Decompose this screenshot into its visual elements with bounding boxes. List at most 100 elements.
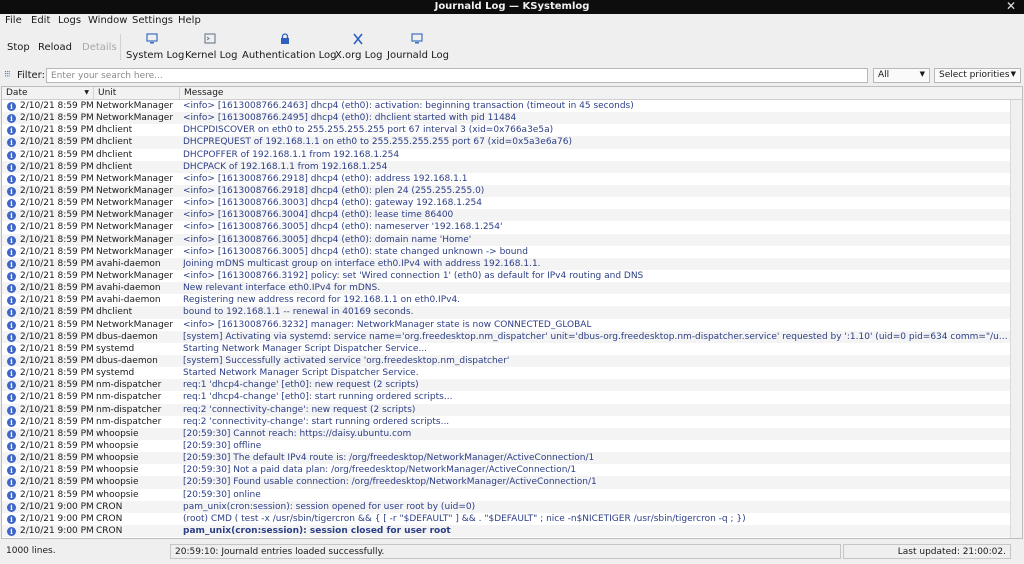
- table-row[interactable]: i 2/10/21 8:59 PM dhclient bound to 192.168…: [2, 306, 1010, 319]
- table-row[interactable]: i 2/10/21 8:59 PM whoopsie [20:59:30] onlin…: [2, 489, 1010, 501]
- table-row[interactable]: i 2/10/21 9:00 PM CRON pam_unix(cron:sessio…: [2, 524, 1010, 538]
- system-log-button[interactable]: System Log: [126, 32, 184, 62]
- cell-date: 2/10/21 8:59 PM: [20, 428, 94, 439]
- table-row[interactable]: i 2/10/21 8:59 PM dhclient DHCPDISCOVER on …: [2, 124, 1010, 136]
- menu-help[interactable]: Help: [178, 15, 201, 26]
- menu-file[interactable]: File: [5, 15, 22, 26]
- table-row[interactable]: i 2/10/21 8:59 PM whoopsie [20:59:30] offli…: [2, 440, 1010, 452]
- status-bar: 1000 lines. 20:59:10: Journald entries l…: [0, 541, 1024, 563]
- cell-date: 2/10/21 8:59 PM: [20, 380, 94, 391]
- vertical-scrollbar[interactable]: [1010, 100, 1022, 538]
- table-row[interactable]: i 2/10/21 8:59 PM NetworkManager <info> [16…: [2, 221, 1010, 233]
- table-row[interactable]: i 2/10/21 8:59 PM NetworkManager <info> [16…: [2, 100, 1010, 112]
- column-select[interactable]: All ▼: [873, 68, 930, 83]
- table-row[interactable]: i 2/10/21 8:59 PM NetworkManager <info> [16…: [2, 112, 1010, 125]
- info-icon: i: [7, 502, 16, 512]
- column-header-unit[interactable]: Unit: [94, 87, 180, 99]
- cell-date: 2/10/21 8:59 PM: [20, 416, 94, 427]
- journald-log-button[interactable]: Journald Log: [387, 32, 449, 62]
- cell-message: [system] Successfully activated service …: [183, 355, 510, 366]
- table-row[interactable]: i 2/10/21 8:59 PM nm-dispatcher req:1 'dhcp…: [2, 391, 1010, 403]
- search-input[interactable]: [46, 68, 868, 83]
- info-icon: i: [7, 490, 16, 500]
- table-row[interactable]: i 2/10/21 8:59 PM whoopsie [20:59:30] The d…: [2, 452, 1010, 465]
- table-row[interactable]: i 2/10/21 8:59 PM NetworkManager <info> [16…: [2, 246, 1010, 258]
- table-row[interactable]: i 2/10/21 8:59 PM systemd Started Network M…: [2, 367, 1010, 379]
- info-icon: i: [7, 369, 16, 379]
- menu-edit[interactable]: Edit: [31, 15, 50, 26]
- info-icon: i: [7, 247, 16, 257]
- cell-unit: NetworkManager: [96, 222, 174, 233]
- info-icon: i: [7, 356, 16, 366]
- table-row[interactable]: i 2/10/21 8:59 PM whoopsie [20:59:30] Canno…: [2, 427, 1010, 440]
- table-row[interactable]: i 2/10/21 9:00 PM CRON pam_unix(cron:sessio…: [2, 500, 1010, 513]
- cell-date: 2/10/21 8:59 PM: [20, 295, 94, 306]
- cell-unit: NetworkManager: [96, 210, 174, 221]
- cell-date: 2/10/21 8:59 PM: [20, 246, 94, 257]
- terminal-icon: [204, 33, 216, 44]
- table-row[interactable]: i 2/10/21 8:59 PM nm-dispatcher req:1 'dhcp…: [2, 379, 1010, 392]
- xorg-log-button[interactable]: X.org Log: [335, 32, 383, 62]
- table-row[interactable]: i 2/10/21 8:59 PM avahi-daemon Registering …: [2, 294, 1010, 306]
- menu-logs[interactable]: Logs: [58, 15, 81, 26]
- cell-message: <info> [1613008766.2918] dhcp4 (eth0): p…: [183, 185, 485, 196]
- close-icon[interactable]: ✕: [1006, 0, 1016, 13]
- info-icon: i: [7, 162, 16, 172]
- table-row[interactable]: i 2/10/21 8:59 PM whoopsie [20:59:30] Not a…: [2, 464, 1010, 476]
- reload-button[interactable]: Reload: [38, 42, 72, 53]
- cell-message: <info> [1613008766.2463] dhcp4 (eth0): a…: [183, 101, 634, 111]
- kernel-log-button[interactable]: Kernel Log: [185, 32, 237, 62]
- table-row[interactable]: i 2/10/21 8:59 PM dhclient DHCPACK of 192.1…: [2, 160, 1010, 173]
- xorg-icon: [353, 33, 363, 45]
- table-row[interactable]: i 2/10/21 8:59 PM dhclient DHCPOFFER of 192…: [2, 149, 1010, 161]
- table-row[interactable]: i 2/10/21 8:59 PM NetworkManager <info> [16…: [2, 209, 1010, 222]
- info-icon: i: [7, 454, 16, 464]
- table-row[interactable]: i 2/10/21 8:59 PM NetworkManager <info> [16…: [2, 197, 1010, 209]
- log-table: Date ▼ Unit Message i 2/10/21 8:59 PM Netw…: [1, 86, 1023, 539]
- cell-date: 2/10/21 8:59 PM: [20, 343, 94, 354]
- table-row[interactable]: i 2/10/21 8:59 PM dbus-daemon [system] Succ…: [2, 354, 1010, 368]
- info-icon: i: [7, 150, 16, 160]
- table-row[interactable]: i 2/10/21 8:59 PM nm-dispatcher req:2 'conn…: [2, 403, 1010, 416]
- column-header-message[interactable]: Message: [180, 87, 1022, 99]
- authentication-log-button[interactable]: Authentication Log: [242, 32, 336, 62]
- stop-button[interactable]: Stop: [7, 42, 30, 53]
- table-row[interactable]: i 2/10/21 8:59 PM NetworkManager <info> [16…: [2, 270, 1010, 282]
- info-icon: i: [7, 102, 16, 111]
- table-row[interactable]: i 2/10/21 8:59 PM dbus-daemon [system] Acti…: [2, 330, 1010, 343]
- cell-unit: NetworkManager: [96, 270, 174, 281]
- xorg-log-label: X.org Log: [335, 50, 383, 61]
- cell-message: DHCPACK of 192.168.1.1 from 192.168.1.25…: [183, 161, 388, 172]
- table-row[interactable]: i 2/10/21 8:59 PM avahi-daemon New relevant…: [2, 282, 1010, 295]
- journald-log-label: Journald Log: [387, 50, 449, 61]
- info-icon: i: [7, 381, 16, 391]
- table-row[interactable]: i 2/10/21 8:59 PM whoopsie [20:59:30] Found…: [2, 476, 1010, 489]
- table-row[interactable]: i 2/10/21 8:59 PM NetworkManager <info> [16…: [2, 173, 1010, 185]
- table-row[interactable]: i 2/10/21 8:59 PM NetworkManager <info> [16…: [2, 233, 1010, 246]
- cell-unit: whoopsie: [96, 489, 139, 500]
- info-icon: i: [7, 223, 16, 233]
- table-row[interactable]: i 2/10/21 8:59 PM systemd Starting Network …: [2, 343, 1010, 355]
- table-row[interactable]: i 2/10/21 8:59 PM avahi-daemon Joining mDNS…: [2, 257, 1010, 270]
- cell-message: Started Network Manager Script Dispatche…: [183, 368, 419, 379]
- cell-message: <info> [1613008766.3004] dhcp4 (eth0): l…: [183, 210, 454, 221]
- column-header-date[interactable]: Date ▼: [2, 87, 94, 99]
- table-row[interactable]: i 2/10/21 9:00 PM CRON (root) CMD ( test -x…: [2, 513, 1010, 525]
- cell-unit: whoopsie: [96, 453, 139, 464]
- menu-settings[interactable]: Settings: [132, 15, 173, 26]
- menu-window[interactable]: Window: [88, 15, 127, 26]
- table-row[interactable]: i 2/10/21 8:59 PM dhclient DHCPREQUEST of 1…: [2, 136, 1010, 149]
- title-bar: Journald Log — KSystemlog ✕: [0, 0, 1024, 14]
- table-row[interactable]: i 2/10/21 8:59 PM NetworkManager <info> [16…: [2, 184, 1010, 198]
- info-icon: i: [7, 332, 16, 342]
- table-row[interactable]: i 2/10/21 8:59 PM NetworkManager <info> [16…: [2, 319, 1010, 331]
- priority-select[interactable]: Select priorities ▼: [934, 68, 1021, 83]
- cell-unit: dbus-daemon: [96, 355, 158, 366]
- info-icon: i: [7, 417, 16, 427]
- table-row[interactable]: i 2/10/21 8:59 PM nm-dispatcher req:2 'conn…: [2, 416, 1010, 428]
- cell-date: 2/10/21 8:59 PM: [20, 404, 94, 415]
- cell-date: 2/10/21 8:59 PM: [20, 234, 94, 245]
- details-button[interactable]: Details: [82, 42, 117, 53]
- cell-date: 2/10/21 8:59 PM: [20, 258, 94, 269]
- cell-date: 2/10/21 8:59 PM: [20, 101, 94, 111]
